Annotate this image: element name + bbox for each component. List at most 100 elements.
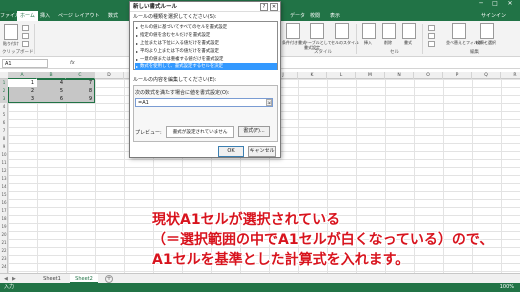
sort-filter-button[interactable]: 並べ替えとフィルター <box>446 23 486 45</box>
row-header-18[interactable]: 18 <box>0 215 8 223</box>
column-header-q[interactable]: Q <box>472 72 501 79</box>
row-header-14[interactable]: 14 <box>0 183 8 191</box>
tab-data[interactable]: データ <box>290 11 305 21</box>
rule-type-item[interactable]: 上位または下位に入る値だけを書式設定 <box>135 40 277 47</box>
tab-formulas[interactable]: 数式 <box>108 11 118 21</box>
row-header-12[interactable]: 12 <box>0 167 8 175</box>
row-header-6[interactable]: 6 <box>0 119 8 127</box>
row-header-5[interactable]: 5 <box>0 111 8 119</box>
cell-a2[interactable]: 2 <box>8 87 36 95</box>
row-header-8[interactable]: 8 <box>0 135 8 143</box>
collapse-dialog-icon[interactable]: ⇲ <box>266 99 272 106</box>
rule-type-item[interactable]: セルの値に基づいてすべてのセルを書式設定 <box>135 24 277 31</box>
restore-button[interactable]: □ <box>492 1 498 7</box>
row-header-10[interactable]: 10 <box>0 151 8 159</box>
divider <box>356 24 357 54</box>
tab-file[interactable]: ファイル <box>0 11 20 21</box>
row-header-9[interactable]: 9 <box>0 143 8 151</box>
insert-cells-button[interactable]: 挿入 <box>362 23 376 45</box>
fill-icon[interactable] <box>428 33 435 39</box>
autosum-icon[interactable] <box>428 25 435 31</box>
cell-b2[interactable]: 5 <box>37 87 65 95</box>
next-sheet-icon[interactable]: ▶ <box>12 276 16 282</box>
ok-button[interactable]: OK <box>218 146 244 157</box>
column-header-d[interactable]: D <box>95 72 124 79</box>
row-header-15[interactable]: 15 <box>0 191 8 199</box>
rule-type-item[interactable]: 平均より上または下の値だけを書式設定 <box>135 48 277 55</box>
paste-button[interactable]: 貼り付け <box>3 24 19 46</box>
row-header-17[interactable]: 17 <box>0 207 8 215</box>
name-box[interactable]: A1 <box>2 59 48 68</box>
row-header-2[interactable]: 2 <box>0 87 8 95</box>
find-select-button[interactable]: 検索と選択 <box>476 23 496 45</box>
edit-rule-label: ルールの内容を編集してください(E): <box>133 77 217 83</box>
add-sheet-icon[interactable]: + <box>105 275 113 283</box>
cell-a1[interactable]: 1 <box>8 79 36 87</box>
row-header-24[interactable]: 24 <box>0 263 8 271</box>
minimize-button[interactable]: ─ <box>478 1 484 7</box>
copy-icon[interactable] <box>22 33 29 39</box>
row-header-3[interactable]: 3 <box>0 95 8 103</box>
row-header-7[interactable]: 7 <box>0 127 8 135</box>
row-header-11[interactable]: 11 <box>0 159 8 167</box>
close-window-button[interactable]: ✕ <box>507 1 513 7</box>
delete-cells-button[interactable]: 削除 <box>382 23 396 45</box>
signin-link[interactable]: サインイン <box>481 11 506 21</box>
rule-type-item[interactable]: 一意の値または重複する値だけを書式設定 <box>135 56 277 63</box>
tab-page-layout[interactable]: ページ レイアウト <box>58 11 100 21</box>
tab-review[interactable]: 校閲 <box>310 11 320 21</box>
tab-insert[interactable]: 挿入 <box>40 11 50 21</box>
row-header-23[interactable]: 23 <box>0 255 8 263</box>
row-headers: 1 2 3 4 5 6 7 8 9 10 11 12 13 14 15 16 17 18 19 20 21 22 23 24 <box>0 79 8 273</box>
cell-styles-button[interactable]: セルのスタイル <box>331 23 359 45</box>
format-painter-icon[interactable] <box>22 41 29 47</box>
delete-cells-icon <box>382 23 396 39</box>
column-header-l[interactable]: L <box>327 72 356 79</box>
tab-view[interactable]: 表示 <box>330 11 340 21</box>
cell-c2[interactable]: 8 <box>66 87 94 95</box>
prev-sheet-icon[interactable]: ◀ <box>4 276 8 282</box>
zoom-level[interactable]: 100% <box>500 283 514 292</box>
clear-icon[interactable] <box>428 41 435 47</box>
column-header-a[interactable]: A <box>8 72 37 79</box>
row-header-19[interactable]: 19 <box>0 223 8 231</box>
cell-b1[interactable]: 4 <box>37 79 65 87</box>
format-as-table-button[interactable]: テーブルとして書式設定 <box>304 23 332 50</box>
row-header-4[interactable]: 4 <box>0 103 8 111</box>
column-header-o[interactable]: O <box>414 72 443 79</box>
rule-type-item[interactable]: 数式を使用して、書式設定するセルを決定 <box>135 63 277 70</box>
cell-c3[interactable]: 9 <box>66 95 94 103</box>
help-button[interactable]: ? <box>260 3 268 11</box>
cancel-button[interactable]: キャンセル <box>248 146 276 157</box>
row-header-13[interactable]: 13 <box>0 175 8 183</box>
column-header-b[interactable]: B <box>37 72 66 79</box>
column-header-c[interactable]: C <box>66 72 95 79</box>
format-button[interactable]: 書式(F)... <box>238 126 270 137</box>
cell-b3[interactable]: 6 <box>37 95 65 103</box>
column-header-p[interactable]: P <box>443 72 472 79</box>
function-icon[interactable]: fx <box>70 59 75 68</box>
cut-icon[interactable] <box>22 25 29 31</box>
column-header-m[interactable]: M <box>356 72 385 79</box>
tab-home[interactable]: ホーム <box>17 11 38 21</box>
column-header-r[interactable]: R <box>501 72 520 79</box>
formula-input[interactable]: =A1 <box>135 98 273 107</box>
conditional-formatting-icon <box>286 23 300 39</box>
row-header-16[interactable]: 16 <box>0 199 8 207</box>
row-header-1[interactable]: 1 <box>0 79 8 87</box>
column-header-k[interactable]: K <box>298 72 327 79</box>
cells-group-label: セル <box>390 50 399 55</box>
column-header-n[interactable]: N <box>385 72 414 79</box>
row-header-22[interactable]: 22 <box>0 247 8 255</box>
format-cells-button[interactable]: 書式 <box>402 23 416 45</box>
cell-c1[interactable]: 7 <box>66 79 94 87</box>
rule-type-item[interactable]: 指定の値を含むセルだけを書式設定 <box>135 32 277 39</box>
sheet-tab-bar: ◀ ▶ Sheet1 Sheet2 + <box>0 273 520 284</box>
close-icon[interactable]: ✕ <box>270 3 278 11</box>
row-header-20[interactable]: 20 <box>0 231 8 239</box>
cell-a3[interactable]: 3 <box>8 95 36 103</box>
row-header-21[interactable]: 21 <box>0 239 8 247</box>
insert-cells-icon <box>362 23 376 39</box>
conditional-formatting-button[interactable]: 条件付き書式 <box>282 23 306 45</box>
rule-type-list[interactable]: セルの値に基づいてすべてのセルを書式設定 指定の値を含むセルだけを書式設定 上位… <box>133 21 278 70</box>
